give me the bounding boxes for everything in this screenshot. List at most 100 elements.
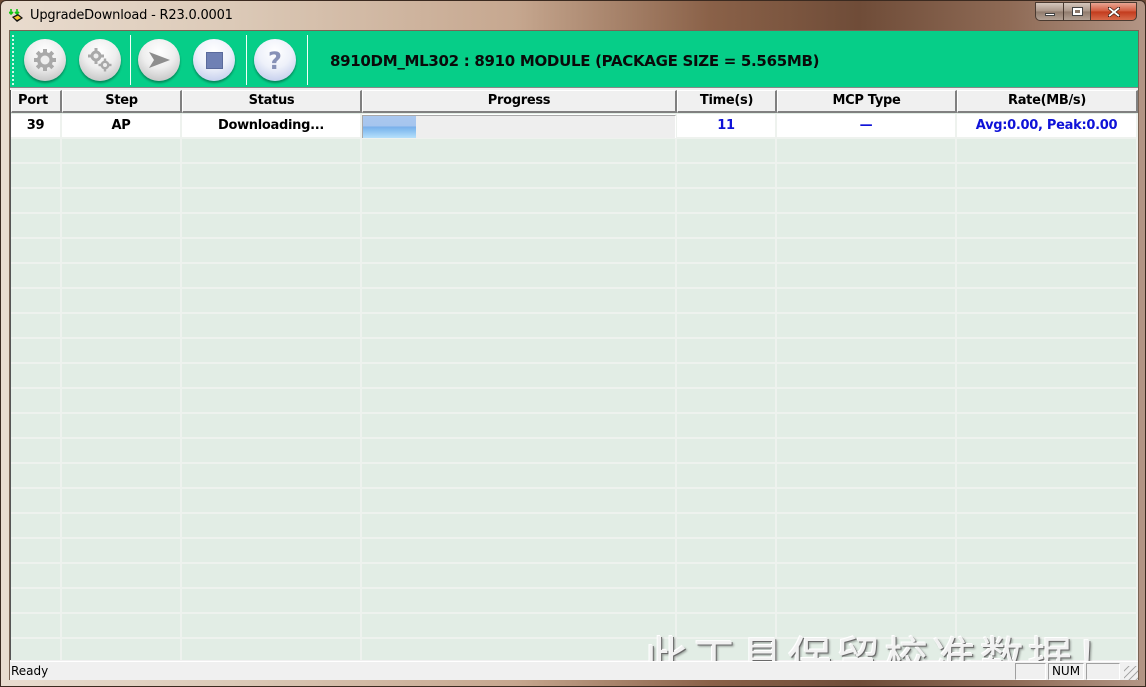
empty-cell xyxy=(677,389,777,412)
download-grid: Port Step Status Progress Time(s) MCP Ty… xyxy=(10,90,1138,660)
empty-cell xyxy=(62,589,182,612)
advanced-settings-button[interactable] xyxy=(79,39,121,81)
empty-cell xyxy=(362,414,677,437)
empty-cell xyxy=(957,389,1138,412)
empty-cell xyxy=(182,464,362,487)
empty-cell xyxy=(182,264,362,287)
empty-cell xyxy=(62,514,182,537)
empty-table-row xyxy=(11,139,1138,164)
empty-cell xyxy=(62,314,182,337)
empty-cell xyxy=(11,164,62,187)
client-area: ? 8910DM_ML302 : 8910 MODULE (PACKAGE SI… xyxy=(9,30,1139,684)
empty-table-row xyxy=(11,439,1138,464)
empty-cell xyxy=(677,514,777,537)
empty-cell xyxy=(11,189,62,212)
empty-cell xyxy=(362,589,677,612)
package-title: 8910DM_ML302 : 8910 MODULE (PACKAGE SIZE… xyxy=(330,52,820,70)
column-header-status[interactable]: Status xyxy=(182,90,362,113)
empty-cell xyxy=(677,364,777,387)
empty-cell xyxy=(957,264,1138,287)
grid-rows: 39 AP Downloading... 11 — Avg:0.00, Peak… xyxy=(11,114,1138,660)
title-bar[interactable]: UpgradeDownload - R23.0.0001 xyxy=(1,1,1145,30)
column-header-step[interactable]: Step xyxy=(62,90,182,113)
empty-cell xyxy=(677,289,777,312)
empty-cell xyxy=(62,489,182,512)
empty-cell xyxy=(677,489,777,512)
empty-cell xyxy=(777,514,957,537)
empty-table-row xyxy=(11,539,1138,564)
empty-cell xyxy=(11,214,62,237)
empty-cell xyxy=(957,489,1138,512)
empty-cell xyxy=(777,589,957,612)
grid-header: Port Step Status Progress Time(s) MCP Ty… xyxy=(11,90,1138,114)
empty-cell xyxy=(777,489,957,512)
empty-cell xyxy=(362,264,677,287)
maximize-button[interactable] xyxy=(1063,2,1090,21)
empty-cell xyxy=(182,489,362,512)
empty-cell xyxy=(957,589,1138,612)
empty-cell xyxy=(11,464,62,487)
stop-button[interactable] xyxy=(193,39,235,81)
empty-cell xyxy=(182,439,362,462)
empty-cell xyxy=(957,564,1138,587)
cell-time: 11 xyxy=(677,114,777,137)
empty-cell xyxy=(677,264,777,287)
empty-cell xyxy=(957,339,1138,362)
column-header-progress[interactable]: Progress xyxy=(362,90,677,113)
help-button[interactable]: ? xyxy=(254,39,296,81)
cell-progress xyxy=(362,114,677,138)
empty-cell xyxy=(11,314,62,337)
empty-cell xyxy=(11,389,62,412)
empty-cell xyxy=(362,464,677,487)
empty-cell xyxy=(957,364,1138,387)
empty-cell xyxy=(362,389,677,412)
progress-bar xyxy=(362,115,676,138)
toolbar-grip[interactable] xyxy=(12,35,14,85)
empty-table-row xyxy=(11,364,1138,389)
empty-cell xyxy=(62,639,182,660)
empty-cell xyxy=(957,189,1138,212)
close-button[interactable] xyxy=(1090,2,1137,21)
empty-cell xyxy=(777,314,957,337)
empty-cell xyxy=(182,539,362,562)
empty-cell xyxy=(677,214,777,237)
empty-cell xyxy=(182,289,362,312)
empty-table-row xyxy=(11,239,1138,264)
column-header-time[interactable]: Time(s) xyxy=(677,90,777,113)
play-arrow-icon xyxy=(149,52,170,68)
empty-cell xyxy=(957,314,1138,337)
empty-cell xyxy=(777,364,957,387)
empty-cell xyxy=(182,389,362,412)
table-row[interactable]: 39 AP Downloading... 11 — Avg:0.00, Peak… xyxy=(11,114,1138,139)
minimize-button[interactable] xyxy=(1035,2,1063,21)
start-button[interactable] xyxy=(138,39,180,81)
empty-cell xyxy=(777,289,957,312)
empty-cell xyxy=(777,414,957,437)
resize-grip[interactable] xyxy=(1124,666,1138,680)
column-header-mcp-type[interactable]: MCP Type xyxy=(777,90,957,113)
empty-cell xyxy=(11,539,62,562)
empty-cell xyxy=(11,614,62,637)
gears-icon xyxy=(88,48,112,72)
empty-cell xyxy=(957,289,1138,312)
empty-table-row xyxy=(11,339,1138,364)
empty-cell xyxy=(182,639,362,660)
empty-cell xyxy=(62,614,182,637)
empty-cell xyxy=(362,639,677,660)
empty-cell xyxy=(11,439,62,462)
empty-cell xyxy=(957,139,1138,162)
empty-cell xyxy=(62,289,182,312)
empty-cell xyxy=(957,439,1138,462)
settings-button[interactable] xyxy=(24,39,66,81)
empty-table-row xyxy=(11,514,1138,539)
empty-cell xyxy=(777,139,957,162)
empty-cell xyxy=(777,189,957,212)
empty-cell xyxy=(777,339,957,362)
column-header-port[interactable]: Port xyxy=(11,90,62,113)
empty-cell xyxy=(777,214,957,237)
column-header-rate[interactable]: Rate(MB/s) xyxy=(957,90,1138,113)
empty-table-row xyxy=(11,264,1138,289)
empty-cell xyxy=(182,614,362,637)
empty-cell xyxy=(182,589,362,612)
stop-square-icon xyxy=(205,51,223,69)
